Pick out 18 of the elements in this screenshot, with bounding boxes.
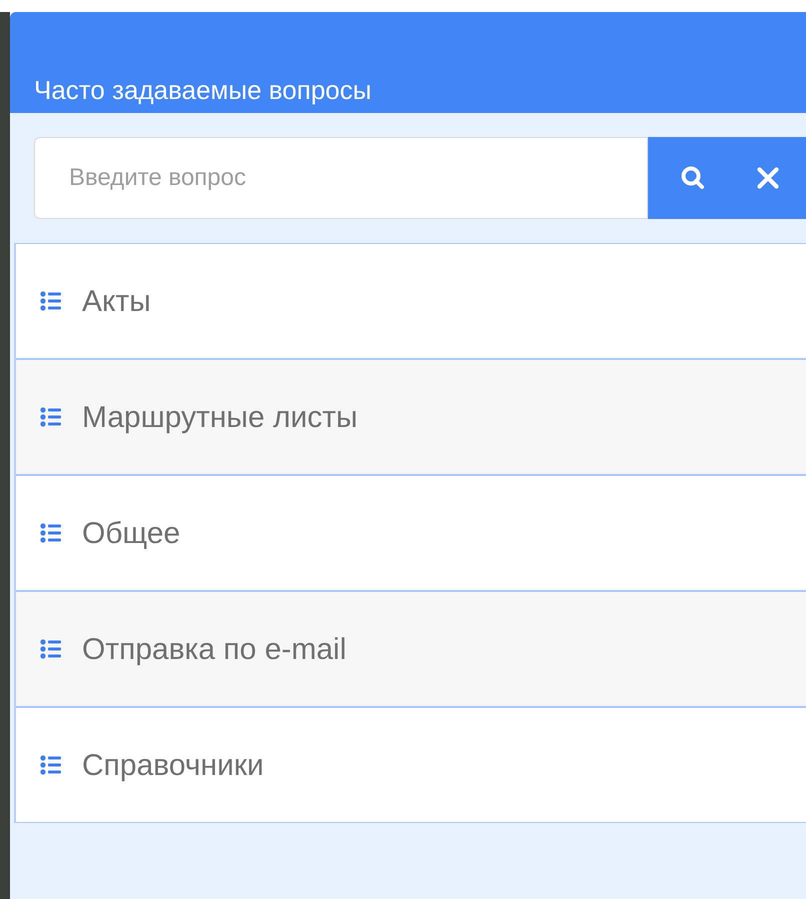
category-item[interactable]: Отправка по e-mail	[16, 591, 806, 707]
search-field[interactable]: Введите вопрос	[34, 137, 648, 219]
list-icon	[40, 290, 62, 312]
category-label: Общее	[82, 516, 180, 552]
category-label: Акты	[82, 284, 151, 320]
category-label: Отправка по e-mail	[82, 632, 346, 668]
category-item[interactable]: Общее	[16, 475, 806, 591]
category-item[interactable]: Маршрутные листы	[16, 359, 806, 475]
search-icon	[680, 165, 706, 191]
list-icon	[40, 638, 62, 660]
list-icon	[40, 406, 62, 428]
category-item[interactable]: Акты	[16, 243, 806, 359]
category-label: Справочники	[82, 748, 264, 784]
category-label: Маршрутные листы	[82, 400, 358, 436]
window-title: Часто задаваемые вопросы	[34, 74, 372, 107]
list-icon	[40, 754, 62, 776]
category-item[interactable]: Справочники	[16, 707, 806, 823]
list-icon	[40, 522, 62, 544]
